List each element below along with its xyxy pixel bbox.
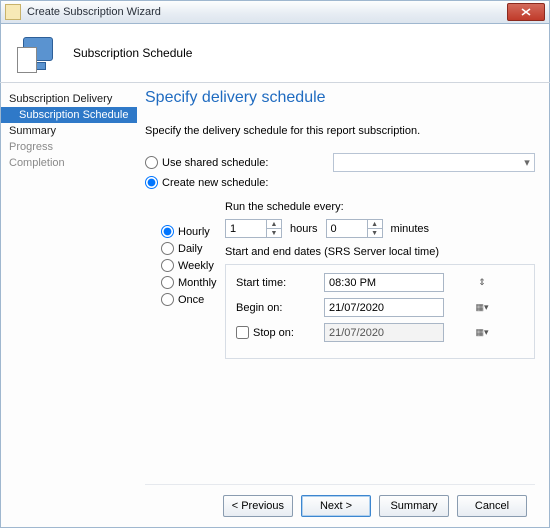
close-button[interactable] <box>507 3 545 21</box>
frequency-weekly-radio[interactable] <box>161 259 174 272</box>
date-fieldset: Start time: ⇕ Begin on: ▦▾ <box>225 264 535 359</box>
frequency-once-option[interactable]: Once <box>161 293 213 306</box>
hours-unit-label: hours <box>290 223 318 235</box>
titlebar: Create Subscription Wizard <box>0 0 550 24</box>
use-shared-schedule-radio[interactable] <box>145 156 158 169</box>
run-every-label: Run the schedule every: <box>225 201 535 213</box>
create-new-schedule-radio[interactable] <box>145 176 158 189</box>
cancel-button[interactable]: Cancel <box>457 495 527 517</box>
wizard-footer: < Previous Next > Summary Cancel <box>145 484 535 527</box>
start-time-input[interactable] <box>325 274 475 291</box>
spin-up-icon[interactable]: ▲ <box>367 220 382 229</box>
begin-on-input[interactable] <box>325 299 475 316</box>
frequency-hourly-radio[interactable] <box>161 225 174 238</box>
spin-down-icon[interactable]: ▼ <box>266 229 281 237</box>
wizard-content: Specify delivery schedule Specify the de… <box>137 83 549 527</box>
frequency-once-radio[interactable] <box>161 293 174 306</box>
calendar-drop-icon: ▦▾ <box>475 327 489 338</box>
page-description: Specify the delivery schedule for this r… <box>145 125 535 137</box>
chevron-down-icon: ▾ <box>520 154 534 171</box>
minutes-unit-label: minutes <box>391 223 430 235</box>
summary-button[interactable]: Summary <box>379 495 449 517</box>
spin-up-icon[interactable]: ▲ <box>266 220 281 229</box>
spin-down-icon[interactable]: ▼ <box>367 229 382 237</box>
page-heading: Specify delivery schedule <box>145 89 535 107</box>
wizard-logo <box>17 33 57 73</box>
hours-input[interactable] <box>226 220 266 237</box>
wizard-subtitle: Subscription Schedule <box>73 46 192 60</box>
start-time-label: Start time: <box>236 277 324 289</box>
minutes-spinner[interactable]: ▲▼ <box>326 219 383 238</box>
stop-on-field: ▦▾ <box>324 323 444 342</box>
frequency-once-label: Once <box>178 294 204 306</box>
frequency-hourly-label: Hourly <box>178 226 210 238</box>
window-title: Create Subscription Wizard <box>27 6 507 18</box>
use-shared-schedule-option[interactable]: Use shared schedule: <box>145 156 268 169</box>
shared-schedule-select[interactable]: ▾ <box>333 153 535 172</box>
app-icon <box>5 4 21 20</box>
frequency-monthly-radio[interactable] <box>161 276 174 289</box>
create-new-schedule-label: Create new schedule: <box>162 177 268 189</box>
previous-button[interactable]: < Previous <box>223 495 293 517</box>
stop-on-input <box>325 324 475 341</box>
calendar-drop-icon[interactable]: ▦▾ <box>475 302 489 313</box>
begin-on-field[interactable]: ▦▾ <box>324 298 444 317</box>
frequency-weekly-option[interactable]: Weekly <box>161 259 213 272</box>
close-icon <box>521 8 531 16</box>
minutes-input[interactable] <box>327 220 367 237</box>
wizard-nav: Subscription Delivery Subscription Sched… <box>1 83 137 527</box>
frequency-hourly-option[interactable]: Hourly <box>161 225 213 238</box>
frequency-list: Hourly Daily Weekly Monthly Once <box>145 199 225 359</box>
frequency-weekly-label: Weekly <box>178 260 214 272</box>
frequency-monthly-label: Monthly <box>178 277 217 289</box>
frequency-daily-radio[interactable] <box>161 242 174 255</box>
nav-subscription-delivery[interactable]: Subscription Delivery <box>1 91 137 107</box>
stop-on-checkbox[interactable] <box>236 326 249 339</box>
nav-subscription-schedule[interactable]: Subscription Schedule <box>1 107 137 123</box>
use-shared-schedule-label: Use shared schedule: <box>162 157 268 169</box>
nav-completion[interactable]: Completion <box>1 155 137 171</box>
frequency-daily-label: Daily <box>178 243 202 255</box>
frequency-daily-option[interactable]: Daily <box>161 242 213 255</box>
start-time-field[interactable]: ⇕ <box>324 273 444 292</box>
nav-summary[interactable]: Summary <box>1 123 137 139</box>
frequency-monthly-option[interactable]: Monthly <box>161 276 213 289</box>
hours-spinner[interactable]: ▲▼ <box>225 219 282 238</box>
begin-on-label: Begin on: <box>236 302 324 314</box>
create-new-schedule-option[interactable]: Create new schedule: <box>145 176 268 189</box>
stop-on-label: Stop on: <box>253 327 294 339</box>
wizard-header: Subscription Schedule <box>0 24 550 82</box>
spin-updown-icon[interactable]: ⇕ <box>475 277 489 288</box>
nav-progress[interactable]: Progress <box>1 139 137 155</box>
date-group-label: Start and end dates (SRS Server local ti… <box>225 246 535 258</box>
next-button[interactable]: Next > <box>301 495 371 517</box>
